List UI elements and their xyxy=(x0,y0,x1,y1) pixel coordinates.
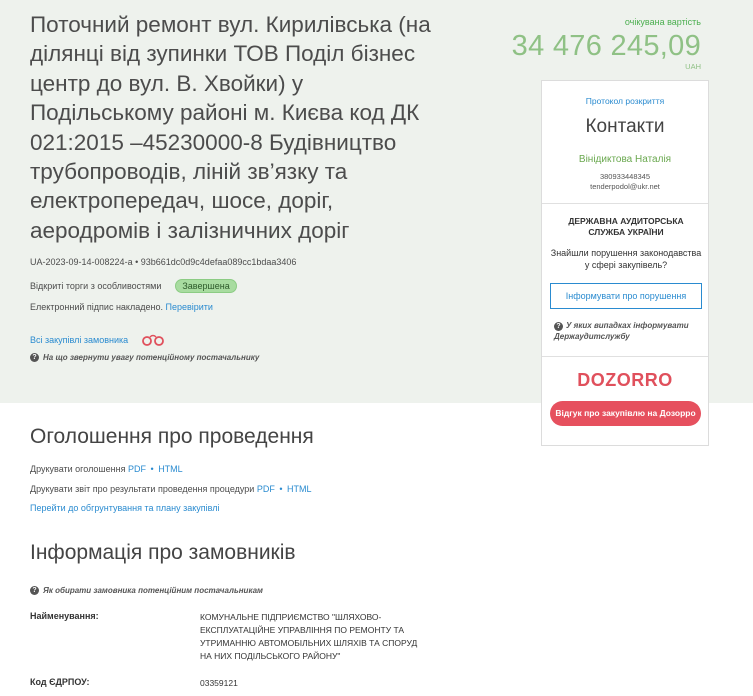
contacts-heading: Контакти xyxy=(585,116,665,137)
print-report-label: Друкувати звіт про результати проведення… xyxy=(30,484,255,494)
print-announcement-label: Друкувати оголошення xyxy=(30,464,126,474)
separator-dot: • xyxy=(150,464,154,474)
customer-name-label: Найменування: xyxy=(30,611,99,621)
all-purchases-link[interactable]: Всі закупівлі замовника xyxy=(30,335,128,345)
report-violation-button[interactable]: Інформувати про порушення xyxy=(550,283,702,309)
das-note[interactable]: ? У яких випадках інформувати Держаудитсл… xyxy=(554,320,704,342)
attention-note-text: На що звернути увагу потенційному постач… xyxy=(43,353,260,362)
all-purchases-row: Всі закупівлі замовника xyxy=(30,333,165,347)
expected-cost-value: 34 476 245,09 xyxy=(511,30,701,62)
procedure-type: Відкриті торги з особливостями xyxy=(30,281,162,291)
attention-note[interactable]: ? На що звернути увагу потенційному пост… xyxy=(30,353,259,362)
das-question: Знайшли порушення законодавства у сфері … xyxy=(550,248,702,270)
handcuffs-icon[interactable] xyxy=(142,333,165,347)
print-announcement-html-link[interactable]: HTML xyxy=(158,464,183,474)
divider xyxy=(542,356,708,357)
info-icon: ? xyxy=(554,322,563,331)
contact-phone: 380933448345 xyxy=(599,172,651,181)
print-announcement-pdf-link[interactable]: PDF xyxy=(128,464,146,474)
justification-row: Перейти до обгрунтування та плану закупі… xyxy=(30,503,219,513)
print-report-row: Друкувати звіт про результати проведення… xyxy=(30,484,312,494)
info-icon: ? xyxy=(30,353,39,362)
contacts-sidebar: Протокол розкриття Контакти Вінідиктова … xyxy=(541,80,709,446)
justification-link[interactable]: Перейти до обгрунтування та плану закупі… xyxy=(30,503,219,513)
separator-dot: • xyxy=(279,484,283,494)
customers-heading: Інформація про замовників xyxy=(30,541,296,564)
print-announcement-row: Друкувати оголошення PDF • HTML xyxy=(30,464,183,474)
tender-id-value: UA-2023-09-14-008224-a xyxy=(30,257,133,267)
tender-hash: 93b661dc0d9c4defaa089cc1bdaa3406 xyxy=(140,257,297,267)
das-note-text: У яких випадках інформувати Держаудитслу… xyxy=(554,321,689,341)
announcement-heading: Оголошення про проведення xyxy=(30,425,314,448)
info-icon: ? xyxy=(30,586,39,595)
customer-choice-note-text: Як обирати замовника потенційним постача… xyxy=(43,586,263,595)
protocol-link[interactable]: Протокол розкриття xyxy=(586,96,664,106)
edrpou-label: Код ЄДРПОУ: xyxy=(30,677,90,687)
dozorro-review-button[interactable]: Відгук про закупівлю на Дозорро xyxy=(550,401,701,426)
status-badge: Завершена xyxy=(175,279,237,293)
print-report-pdf-link[interactable]: PDF xyxy=(257,484,275,494)
contact-email: tenderpodol@ukr.net xyxy=(590,182,660,191)
print-report-html-link[interactable]: HTML xyxy=(287,484,312,494)
customer-choice-note[interactable]: ? Як обирати замовника потенційним поста… xyxy=(30,586,263,595)
contact-person: Вінідиктова Наталія xyxy=(578,154,672,165)
verify-signature-link[interactable]: Перевірити xyxy=(165,302,212,312)
tender-title: Поточний ремонт вул. Кирилівська (на діл… xyxy=(30,12,431,243)
signature-line: Електронний підпис накладено. Перевірити xyxy=(30,302,213,312)
procedure-line: Відкриті торги з особливостями Завершена xyxy=(30,279,237,293)
edrpou-value: 03359121 xyxy=(200,678,238,688)
dozorro-logo: DOZORRO xyxy=(577,370,673,390)
tender-id: UA-2023-09-14-008224-a • 93b661dc0d9c4de… xyxy=(30,257,296,267)
divider xyxy=(542,203,708,204)
protocol-row: Протокол розкриття xyxy=(542,96,708,106)
expected-cost-currency: UAH xyxy=(685,62,701,71)
das-title: ДЕРЖАВНА АУДИТОРСЬКА СЛУЖБА УКРАЇНИ xyxy=(568,216,684,237)
customer-name-value: КОМУНАЛЬНЕ ПІДПРИЄМСТВО "ШЛЯХОВО-ЕКСПЛУА… xyxy=(200,612,418,661)
expected-cost-label: очікувана вартість xyxy=(624,17,701,27)
signature-text: Електронний підпис накладено. xyxy=(30,302,163,312)
